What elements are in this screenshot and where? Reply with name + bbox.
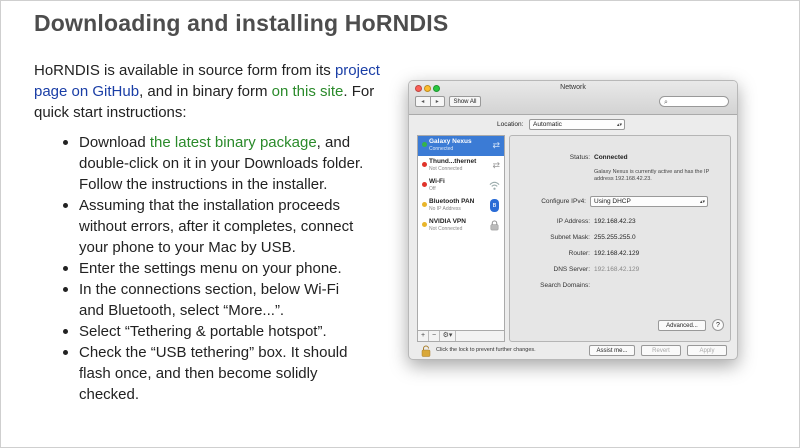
service-name: Wi-Fi [429,178,445,185]
assist-me-button: Assist me... [589,345,635,356]
dns-server-value: 192.168.42.129 [594,266,640,273]
select-arrows-icon: ▴▾ [699,199,705,205]
window-titlebar: Network ◂ ▸ Show All ⌕ [409,81,737,115]
service-status: Connected [429,146,454,152]
list-item: Download the latest binary package, and … [60,132,365,195]
intro-text-2: , and in binary form [139,83,272,100]
service-status: No IP Address [429,206,461,212]
help-button: ? [712,319,724,331]
select-arrows-icon: ▴▾ [616,122,622,128]
service-detail-panel: Status: Connected Galaxy Nexus is curren… [509,135,731,342]
location-row: Location: Automatic ▴▾ [409,119,737,131]
apply-button: Apply [687,345,727,356]
status-value: Connected [594,154,628,161]
ip-address-label: IP Address: [556,218,590,225]
window-title: Network [560,84,586,91]
lock-message: Click the lock to prevent further change… [436,347,536,353]
status-dot [422,162,427,167]
service-item-thunderbolt-ethernet: Thund...thernet Not Connected ⇄ [418,156,504,176]
advanced-button: Advanced... [658,320,706,331]
search-field: ⌕ [659,96,729,107]
service-name: Galaxy Nexus [429,138,472,145]
status-label: Status: [569,154,590,161]
intro-text-1: HoRNDIS is available in source form from… [34,62,335,79]
intro-paragraph: HoRNDIS is available in source form from… [34,60,394,123]
status-dot [422,222,427,227]
subnet-mask-value: 255.255.255.0 [594,234,636,241]
service-name: NVIDIA VPN [429,218,466,225]
add-icon: + [418,331,429,341]
service-item-wifi: Wi-Fi Off [418,176,504,196]
step-text: Download [79,134,150,151]
service-list: Galaxy Nexus Connected ⇄ Thund...thernet… [417,135,505,331]
router-label: Router: [568,250,590,257]
lock-icon [421,345,431,357]
status-dot [422,202,427,207]
this-site-link[interactable]: on this site [272,83,344,100]
gear-icon: ⚙▾ [440,331,456,341]
router-value: 192.168.42.129 [594,250,640,257]
install-steps-list: Download the latest binary package, and … [60,132,365,405]
location-value: Automatic [533,121,562,128]
wifi-icon [489,181,500,190]
list-item: Check the “USB tethering” box. It should… [60,342,365,405]
list-item: Select “Tethering & portable hotspot”. [60,321,365,342]
forward-icon: ▸ [435,99,439,105]
latest-binary-package-link[interactable]: the latest binary package [150,134,317,151]
search-domains-label: Search Domains: [540,282,590,289]
service-item-nvidia-vpn: NVIDIA VPN Not Connected [418,216,504,236]
bluetooth-icon: ʙ [490,199,499,212]
lock-icon [490,220,499,231]
search-icon: ⌕ [664,99,668,106]
ip-address-value: 192.168.42.23 [594,218,636,225]
subnet-mask-label: Subnet Mask: [550,234,590,241]
configure-ipv4-select: Using DHCP ▴▾ [590,196,708,207]
remove-icon: − [429,331,440,341]
page-title: Downloading and installing HoRNDIS [34,10,449,36]
configure-ipv4-label: Configure IPv4: [541,198,586,205]
service-list-toolbar: + − ⚙▾ [417,331,505,342]
show-all-button: Show All [449,96,481,107]
list-item: In the connections section, below Wi-Fi … [60,279,365,321]
location-select: Automatic ▴▾ [529,119,625,130]
list-item: Enter the settings menu on your phone. [60,258,365,279]
arrows-icon: ⇄ [492,160,500,170]
service-item-bluetooth-pan: Bluetooth PAN No IP Address ʙ [418,196,504,216]
arrows-icon: ⇄ [492,140,500,150]
service-name: Thund...thernet [429,158,477,165]
status-description: Galaxy Nexus is currently active and has… [594,169,710,182]
revert-button: Revert [641,345,681,356]
status-dot [422,142,427,147]
service-status: Not Connected [429,226,463,232]
back-icon: ◂ [416,97,431,106]
dns-server-label: DNS Server: [553,266,590,273]
service-status: Off [429,186,436,192]
service-item-galaxy-nexus: Galaxy Nexus Connected ⇄ [418,136,504,156]
list-item: Assuming that the installation proceeds … [60,195,365,258]
configure-ipv4-value: Using DHCP [594,198,631,205]
status-dot [422,182,427,187]
service-name: Bluetooth PAN [429,198,475,205]
location-label: Location: [497,121,524,128]
nav-buttons: ◂ ▸ [415,96,445,107]
service-status: Not Connected [429,166,463,172]
network-preferences-screenshot: Network ◂ ▸ Show All ⌕ Location: Automat… [408,80,738,360]
